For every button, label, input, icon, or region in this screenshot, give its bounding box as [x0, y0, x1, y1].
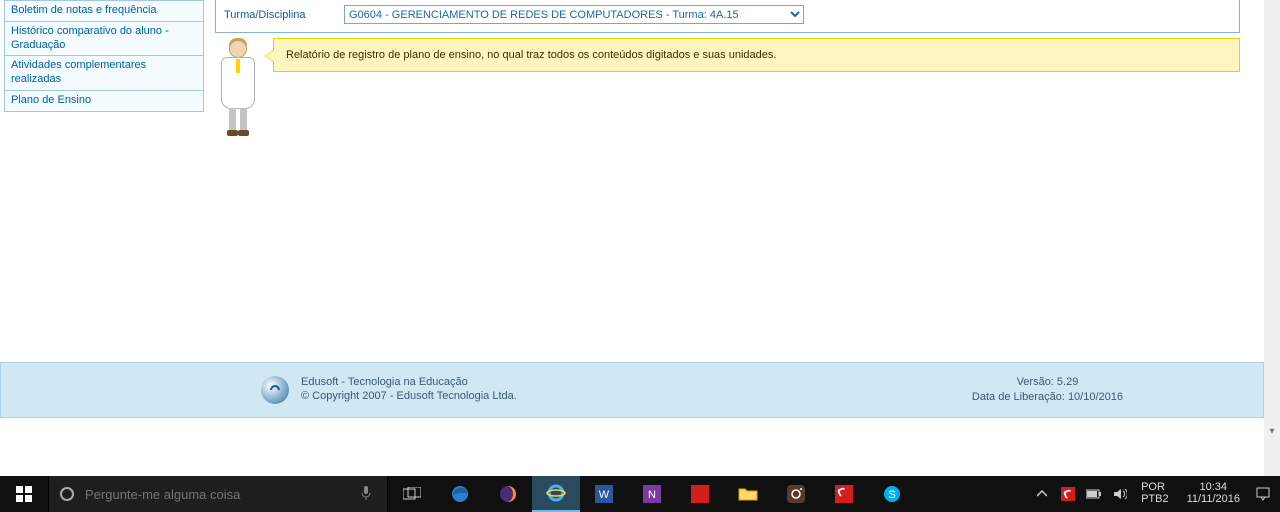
svg-text:S: S — [888, 489, 895, 501]
tray-avira-icon[interactable] — [1059, 485, 1077, 503]
windows-logo-icon — [16, 486, 32, 502]
sidebar-item-atividades[interactable]: Atividades complementares realizadas — [5, 56, 203, 91]
footer-right: Versão: 5.29 Data de Liberação: 10/10/20… — [972, 375, 1123, 405]
task-view-icon — [403, 487, 421, 501]
edge-icon — [450, 484, 470, 504]
footer-line1: Edusoft - Tecnologia na Educação — [301, 376, 517, 390]
ie-icon — [546, 483, 566, 503]
sidebar-item-label: Plano de Ensino — [11, 94, 91, 106]
footer-text: Edusoft - Tecnologia na Educação © Copyr… — [301, 376, 517, 404]
sidebar-item-plano[interactable]: Plano de Ensino — [5, 91, 203, 111]
sidebar-item-label: Atividades complementares realizadas — [11, 59, 146, 85]
sidebar-item-historico[interactable]: Histórico comparativo do aluno - Graduaç… — [5, 22, 203, 57]
sidebar-item-boletim[interactable]: Boletim de notas e frequência — [5, 1, 203, 22]
instagram-icon — [787, 485, 805, 503]
lang-line2: PTB2 — [1141, 494, 1169, 506]
instagram-taskbar-button[interactable] — [772, 476, 820, 512]
sidebar-item-label: Histórico comparativo do aluno - Graduaç… — [11, 25, 169, 51]
action-center-button[interactable] — [1254, 485, 1272, 503]
skype-taskbar-button[interactable]: S — [868, 476, 916, 512]
word-icon: W — [595, 485, 613, 503]
avira-taskbar-button[interactable] — [820, 476, 868, 512]
scroll-down-icon[interactable]: ▾ — [1265, 425, 1279, 439]
footer-line2: © Copyright 2007 - Edusoft Tecnologia Lt… — [301, 390, 517, 404]
microphone-icon[interactable] — [355, 486, 377, 503]
help-row: Relatório de registro de plano de ensino… — [215, 38, 1240, 138]
avira-icon — [835, 485, 853, 503]
start-button[interactable] — [0, 476, 48, 512]
help-callout: Relatório de registro de plano de ensino… — [273, 38, 1240, 72]
notification-icon — [1256, 487, 1270, 501]
mascot-icon — [215, 38, 263, 138]
firefox-icon — [498, 484, 518, 504]
footer-release: Data de Liberação: 10/10/2016 — [972, 390, 1123, 405]
sidebar-item-label: Boletim de notas e frequência — [11, 4, 157, 16]
footer-left: Edusoft - Tecnologia na Educação © Copyr… — [261, 376, 517, 404]
form-row-turma: Turma/Disciplina G0604 - GERENCIAMENTO D… — [224, 5, 1231, 24]
firefox-taskbar-button[interactable] — [484, 476, 532, 512]
red-square-icon — [691, 485, 709, 503]
chevron-up-icon — [1037, 490, 1047, 498]
clock[interactable]: 10:34 11/11/2016 — [1181, 482, 1246, 505]
svg-text:W: W — [599, 489, 610, 501]
task-view-button[interactable] — [388, 476, 436, 512]
search-input[interactable] — [85, 487, 345, 502]
svg-text:N: N — [648, 489, 656, 501]
word-taskbar-button[interactable]: W — [580, 476, 628, 512]
skype-icon: S — [882, 484, 902, 504]
pinned-apps: W N S — [436, 476, 916, 512]
turma-select[interactable]: G0604 - GERENCIAMENTO DE REDES DE COMPUT… — [344, 5, 804, 24]
filter-panel: Turma/Disciplina G0604 - GERENCIAMENTO D… — [215, 0, 1240, 33]
system-tray: POR PTB2 10:34 11/11/2016 — [1025, 476, 1280, 512]
vertical-scrollbar[interactable]: ▾ — [1264, 0, 1280, 476]
tray-overflow-button[interactable] — [1033, 485, 1051, 503]
sidebar-nav: Boletim de notas e frequência Histórico … — [4, 0, 204, 112]
cortana-search[interactable] — [48, 476, 388, 512]
folder-icon — [738, 486, 758, 502]
windows-taskbar: W N S POR PTB2 — [0, 476, 1280, 512]
edusoft-logo-icon — [261, 376, 289, 404]
red-app-taskbar-button[interactable] — [676, 476, 724, 512]
onenote-taskbar-button[interactable]: N — [628, 476, 676, 512]
help-text: Relatório de registro de plano de ensino… — [286, 49, 776, 61]
footer-bar: Edusoft - Tecnologia na Educação © Copyr… — [0, 362, 1264, 418]
tray-battery-icon[interactable] — [1085, 485, 1103, 503]
language-indicator[interactable]: POR PTB2 — [1137, 482, 1173, 505]
cortana-icon — [59, 486, 75, 502]
onenote-icon: N — [643, 485, 661, 503]
edge-taskbar-button[interactable] — [436, 476, 484, 512]
footer-version: Versão: 5.29 — [972, 375, 1123, 390]
ie-taskbar-button[interactable] — [532, 476, 580, 512]
turma-label: Turma/Disciplina — [224, 9, 334, 21]
tray-volume-icon[interactable] — [1111, 485, 1129, 503]
folder-taskbar-button[interactable] — [724, 476, 772, 512]
clock-date: 11/11/2016 — [1187, 494, 1240, 506]
